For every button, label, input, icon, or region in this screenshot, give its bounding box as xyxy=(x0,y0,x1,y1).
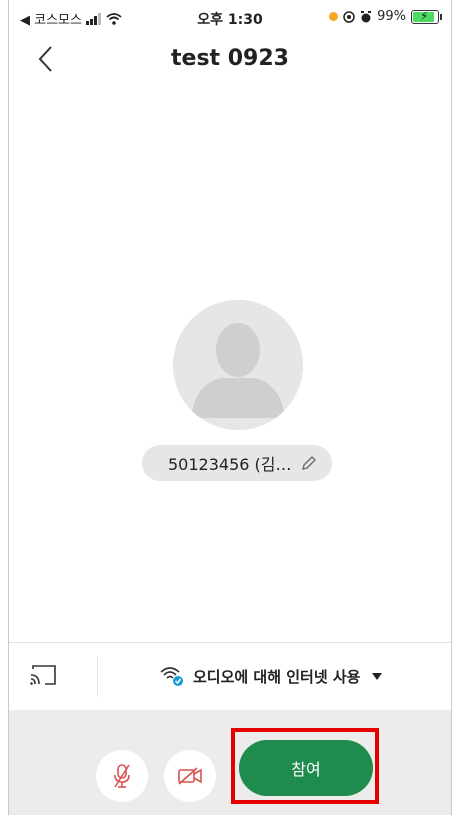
bottom-controls: 참여 xyxy=(9,710,451,815)
display-name-field[interactable]: 50123456 (김… xyxy=(142,445,332,481)
default-person-icon xyxy=(173,300,303,430)
mic-off-icon xyxy=(114,764,130,788)
divider xyxy=(97,657,98,697)
join-button-label: 참여 xyxy=(291,760,321,779)
internet-audio-icon xyxy=(160,667,183,686)
battery-percent: 99% xyxy=(377,9,406,24)
caret-down-icon xyxy=(372,672,383,680)
audio-option-label: 오디오에 대해 인터넷 사용 xyxy=(193,667,361,686)
display-name-text: 50123456 (김… xyxy=(168,455,292,474)
battery-tip xyxy=(440,13,442,20)
header: test 0923 xyxy=(8,34,452,86)
meeting-title: test 0923 xyxy=(171,46,289,71)
cast-button[interactable] xyxy=(29,663,63,691)
join-button[interactable]: 참여 xyxy=(239,740,373,796)
video-off-button[interactable] xyxy=(164,750,216,802)
alarm-icon xyxy=(361,10,372,22)
audio-option-dropdown[interactable]: 오디오에 대해 인터넷 사용 xyxy=(159,665,383,687)
rotation-lock-icon xyxy=(343,10,355,23)
status-bar: ◀ 코스모스 오후 1:30 99% ⚡ xyxy=(8,0,452,34)
video-off-icon xyxy=(178,767,202,785)
audio-option-bar: 오디오에 대해 인터넷 사용 xyxy=(9,642,451,711)
recording-dot-icon xyxy=(329,12,339,21)
pencil-icon xyxy=(302,456,316,470)
battery-icon: ⚡ xyxy=(411,9,439,24)
cast-icon xyxy=(30,665,56,685)
avatar xyxy=(173,300,303,430)
status-right: 99% ⚡ xyxy=(329,9,442,24)
mute-button[interactable] xyxy=(96,750,148,802)
